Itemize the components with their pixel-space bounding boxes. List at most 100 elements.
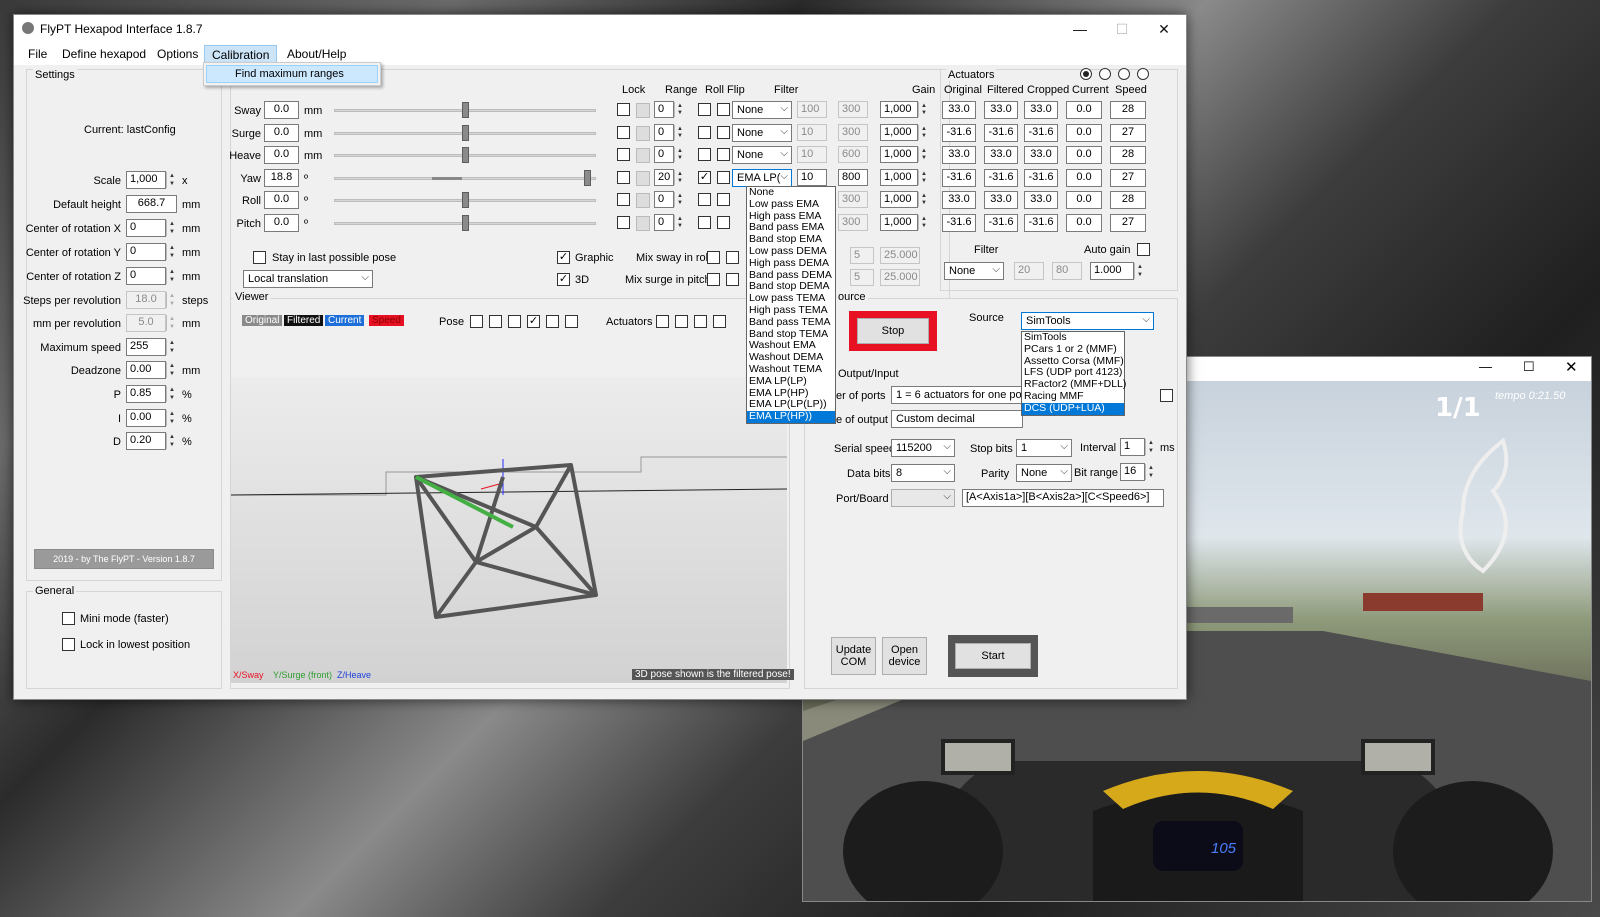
pitch-slider-thumb[interactable]	[462, 215, 469, 231]
viewer-act-checkbox-3[interactable]	[694, 315, 707, 328]
yaw-flip-checkbox[interactable]	[717, 171, 730, 184]
stay-checkbox[interactable]	[253, 251, 266, 264]
yaw-roll-checkbox[interactable]: ✓	[698, 171, 711, 184]
roll-gain-input[interactable]: 1,000	[880, 191, 918, 208]
stopbits-dropdown[interactable]: 1 ⌵	[1016, 439, 1072, 457]
pose-checkbox-1[interactable]	[470, 315, 483, 328]
interval-input[interactable]: 1	[1120, 438, 1145, 456]
sway-lock-alt[interactable]	[636, 103, 650, 118]
viewer-act-checkbox-4[interactable]	[713, 315, 726, 328]
pitch-lock-checkbox[interactable]	[617, 216, 630, 229]
heave-lock-alt[interactable]	[636, 148, 650, 163]
sway-gain-spinner[interactable]: ▲ ▼	[918, 102, 929, 117]
viewer-act-checkbox-2[interactable]	[675, 315, 688, 328]
actuator-radio-2[interactable]	[1099, 68, 1111, 80]
i-spinner[interactable]: ▲ ▼	[166, 410, 177, 426]
act-gain-spinner[interactable]: ▲ ▼	[1134, 263, 1145, 279]
port-dropdown[interactable]: ⌵	[891, 489, 955, 507]
height-input[interactable]: 668.7	[126, 195, 177, 213]
menu-file[interactable]: File	[21, 45, 54, 63]
cry-input[interactable]: 0	[126, 243, 166, 261]
mmrev-spinner[interactable]: ▲ ▼	[166, 315, 177, 331]
yaw-filter-p2[interactable]: 800	[838, 169, 868, 186]
pitch-gain-input[interactable]: 1,000	[880, 214, 918, 231]
act-filter-value-2[interactable]: 80	[1052, 262, 1082, 280]
parity-dropdown[interactable]: None ⌵	[1016, 464, 1072, 482]
heave-filter-p2[interactable]: 600	[838, 146, 868, 163]
bitrange-input[interactable]: 16	[1120, 463, 1145, 481]
surge-filter-dropdown[interactable]: None ⌵	[732, 124, 792, 142]
pose-checkbox-6[interactable]	[565, 315, 578, 328]
crx-spinner[interactable]: ▲ ▼	[166, 220, 177, 236]
ports-dropdown[interactable]: 1 = 6 actuators for one po	[891, 386, 1023, 404]
filter-option[interactable]: EMA LP(HP))	[747, 410, 835, 423]
type-dropdown[interactable]: Custom decimal	[891, 410, 1023, 428]
surge-filter-p1[interactable]: 10	[797, 124, 827, 141]
surge-lock-checkbox[interactable]	[617, 126, 630, 139]
lock-lowest-checkbox[interactable]	[62, 638, 75, 651]
legend-current[interactable]: Current	[325, 315, 365, 326]
pose-checkbox-5[interactable]	[546, 315, 559, 328]
legend-speed[interactable]: Speed	[369, 315, 404, 326]
yaw-lock-alt[interactable]	[636, 171, 650, 186]
extra-gain-1[interactable]: 25.000	[880, 247, 920, 264]
mix-surge-checkbox[interactable]	[707, 273, 720, 286]
roll-roll-checkbox[interactable]	[698, 193, 711, 206]
act-filter-value-1[interactable]: 20	[1014, 262, 1044, 280]
steps-input[interactable]: 18.0	[126, 291, 166, 309]
game-close-icon[interactable]: ✕	[1565, 358, 1578, 376]
pitch-roll-checkbox[interactable]	[698, 216, 711, 229]
legend-original[interactable]: Original	[242, 315, 283, 326]
yaw-lock-checkbox[interactable]	[617, 171, 630, 184]
roll-lock-alt[interactable]	[636, 193, 650, 208]
surge-gain-spinner[interactable]: ▲ ▼	[918, 125, 929, 140]
menu-calibration[interactable]: Calibration	[204, 45, 278, 63]
deadzone-input[interactable]: 0.00	[126, 361, 166, 379]
menu-about[interactable]: About/Help	[280, 45, 353, 63]
game-maximize-icon[interactable]: ☐	[1523, 359, 1535, 375]
steps-spinner[interactable]: ▲ ▼	[166, 292, 177, 308]
sway-slider-thumb[interactable]	[462, 102, 469, 118]
sway-range-spinner[interactable]: ▲ ▼	[674, 102, 685, 117]
crz-spinner[interactable]: ▲ ▼	[166, 268, 177, 284]
start-button[interactable]: Start	[955, 643, 1031, 669]
extra-value-1[interactable]: 5	[850, 247, 874, 264]
mmrev-input[interactable]: 5.0	[126, 314, 166, 332]
filter-option[interactable]: Low pass DEMA	[747, 245, 835, 258]
roll-range-spinner[interactable]: ▲ ▼	[674, 192, 685, 207]
output-format-input[interactable]: [A<Axis1a>][B<Axis2a>][C<Speed6>]	[962, 489, 1164, 507]
surge-slider-thumb[interactable]	[462, 125, 469, 141]
deadzone-spinner[interactable]: ▲ ▼	[166, 362, 177, 378]
yaw-gain-spinner[interactable]: ▲ ▼	[918, 170, 929, 185]
heave-lock-checkbox[interactable]	[617, 148, 630, 161]
surge-flip-checkbox[interactable]	[717, 126, 730, 139]
yaw-range-input[interactable]: 20	[654, 169, 674, 186]
yaw-slider-thumb[interactable]	[584, 170, 591, 186]
update-com-button[interactable]: Update COM	[831, 637, 876, 675]
serial-dropdown[interactable]: 115200 ⌵	[891, 439, 955, 457]
find-max-ranges-item[interactable]: Find maximum ranges	[206, 65, 378, 83]
interval-spinner[interactable]: ▲ ▼	[1145, 439, 1156, 455]
pose-checkbox-3[interactable]	[508, 315, 521, 328]
mix-surge-checkbox-2[interactable]	[726, 273, 739, 286]
source-option[interactable]: DCS (UDP+LUA)	[1022, 402, 1124, 415]
yaw-filter-dropdown[interactable]: EMA LP(⌵	[732, 169, 792, 187]
cry-spinner[interactable]: ▲ ▼	[166, 244, 177, 260]
crz-input[interactable]: 0	[126, 267, 166, 285]
minimize-icon[interactable]: —	[1058, 15, 1102, 43]
filter-option[interactable]: Low pass EMA	[747, 198, 835, 211]
autogain-checkbox[interactable]	[1137, 243, 1150, 256]
mini-mode-checkbox[interactable]	[62, 612, 75, 625]
heave-range-input[interactable]: 0	[654, 146, 674, 163]
p-input[interactable]: 0.85	[126, 385, 166, 403]
actuator-radio-3[interactable]	[1118, 68, 1130, 80]
sway-gain-input[interactable]: 1,000	[880, 101, 918, 118]
viewer-canvas[interactable]	[230, 377, 788, 683]
sway-filter-dropdown[interactable]: None ⌵	[732, 101, 792, 119]
scale-spinner[interactable]: ▲ ▼	[166, 172, 177, 188]
i-input[interactable]: 0.00	[126, 409, 166, 427]
mix-sway-checkbox-2[interactable]	[726, 251, 739, 264]
heave-slider-thumb[interactable]	[462, 147, 469, 163]
surge-gain-input[interactable]: 1,000	[880, 124, 918, 141]
source-dropdown[interactable]: SimTools ⌵	[1021, 312, 1154, 330]
